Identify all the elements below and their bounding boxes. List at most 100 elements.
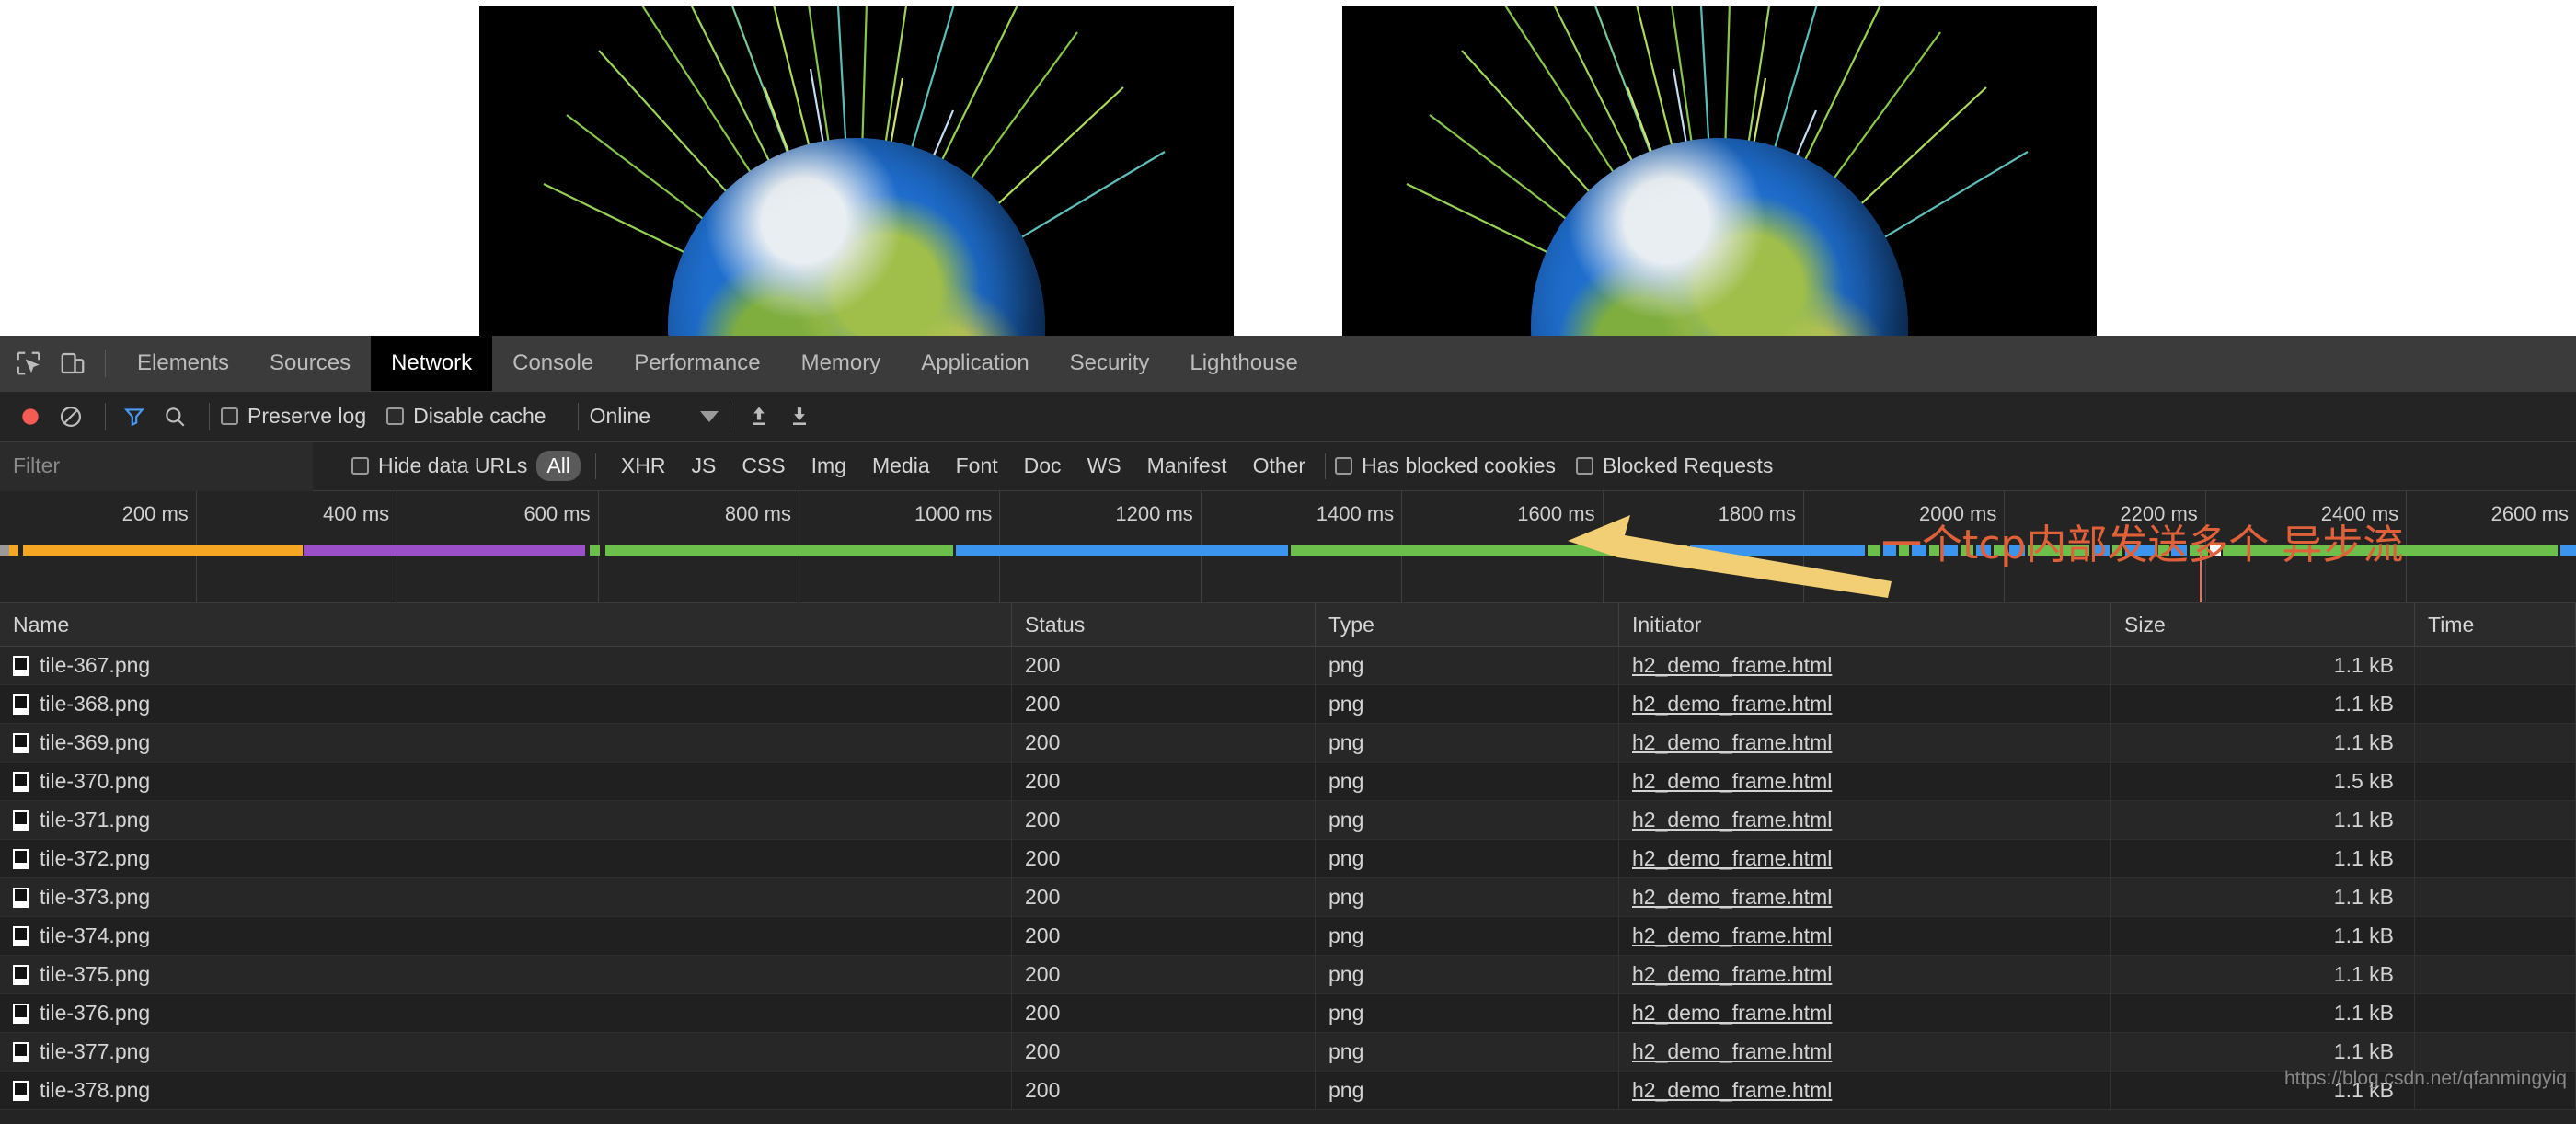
tab-network[interactable]: Network [371, 336, 492, 391]
initiator-link[interactable]: h2_demo_frame.html [1632, 653, 1832, 678]
cell-name[interactable]: tile-370.png [0, 763, 1012, 801]
initiator-link[interactable]: h2_demo_frame.html [1632, 962, 1832, 987]
has-blocked-cookies-checkbox[interactable]: Has blocked cookies [1335, 453, 1556, 478]
devtools-tabs: ElementsSourcesNetworkConsolePerformance… [117, 336, 1318, 391]
throttling-dropdown[interactable]: Online [590, 404, 719, 429]
record-stop-icon[interactable] [13, 399, 48, 434]
clear-icon[interactable] [53, 399, 88, 434]
preserve-log-checkbox[interactable]: Preserve log [221, 404, 366, 429]
tab-console[interactable]: Console [492, 336, 614, 391]
column-header-status[interactable]: Status [1012, 603, 1316, 647]
filter-type-css[interactable]: CSS [731, 451, 795, 481]
filter-type-xhr[interactable]: XHR [611, 451, 676, 481]
table-row[interactable]: tile-371.png200pngh2_demo_frame.html1.1 … [0, 801, 2576, 840]
hide-data-urls-box[interactable] [351, 457, 369, 475]
cell-name[interactable]: tile-374.png [0, 917, 1012, 956]
filter-input[interactable] [0, 442, 313, 491]
cell-name[interactable]: tile-368.png [0, 685, 1012, 724]
initiator-link[interactable]: h2_demo_frame.html [1632, 846, 1832, 871]
devtools-panel: ElementsSourcesNetworkConsolePerformance… [0, 336, 2576, 1124]
initiator-link[interactable]: h2_demo_frame.html [1632, 1039, 1832, 1064]
preserve-log-box[interactable] [221, 407, 238, 425]
column-header-initiator[interactable]: Initiator [1619, 603, 2111, 647]
cell-name[interactable]: tile-371.png [0, 801, 1012, 840]
column-header-size[interactable]: Size [2111, 603, 2415, 647]
filter-funnel-icon[interactable] [117, 399, 152, 434]
tab-elements[interactable]: Elements [117, 336, 249, 391]
disable-cache-checkbox[interactable]: Disable cache [386, 404, 546, 429]
device-toolbar-icon[interactable] [57, 348, 88, 379]
column-header-name[interactable]: Name [0, 603, 1012, 647]
tab-lighthouse[interactable]: Lighthouse [1169, 336, 1317, 391]
cell-name[interactable]: tile-373.png [0, 878, 1012, 917]
column-header-time[interactable]: Time [2415, 603, 2576, 647]
table-row[interactable]: tile-374.png200pngh2_demo_frame.html1.1 … [0, 917, 2576, 956]
tab-memory[interactable]: Memory [781, 336, 902, 391]
timeline-band [304, 545, 584, 556]
image-file-icon [13, 810, 29, 831]
blocked-requests-box[interactable] [1576, 457, 1593, 475]
disable-cache-label: Disable cache [413, 404, 546, 429]
filter-type-manifest[interactable]: Manifest [1137, 451, 1237, 481]
search-icon[interactable] [157, 399, 192, 434]
hide-data-urls-checkbox[interactable]: Hide data URLs [351, 453, 527, 478]
initiator-link[interactable]: h2_demo_frame.html [1632, 1078, 1832, 1103]
import-har-icon[interactable] [742, 399, 776, 434]
filter-type-other[interactable]: Other [1243, 451, 1317, 481]
tab-sources[interactable]: Sources [249, 336, 371, 391]
initiator-link[interactable]: h2_demo_frame.html [1632, 923, 1832, 948]
filter-type-media[interactable]: Media [862, 451, 940, 481]
filter-type-js[interactable]: JS [681, 451, 726, 481]
annotation-arrow-icon [1564, 510, 1895, 602]
table-row[interactable]: tile-368.png200pngh2_demo_frame.html1.1 … [0, 685, 2576, 724]
initiator-link[interactable]: h2_demo_frame.html [1632, 1001, 1832, 1026]
cell-name[interactable]: tile-376.png [0, 994, 1012, 1033]
initiator-link[interactable]: h2_demo_frame.html [1632, 692, 1832, 717]
cell-status: 200 [1012, 956, 1316, 994]
cell-type: png [1316, 878, 1619, 917]
cell-name[interactable]: tile-377.png [0, 1033, 1012, 1072]
table-row[interactable]: tile-370.png200pngh2_demo_frame.html1.5 … [0, 763, 2576, 801]
cell-name[interactable]: tile-367.png [0, 647, 1012, 685]
network-request-table: NameStatusTypeInitiatorSizeTime tile-367… [0, 603, 2576, 1110]
has-blocked-cookies-box[interactable] [1335, 457, 1352, 475]
table-row[interactable]: tile-377.png200pngh2_demo_frame.html1.1 … [0, 1033, 2576, 1072]
table-row[interactable]: tile-367.png200pngh2_demo_frame.html1.1 … [0, 647, 2576, 685]
tab-application[interactable]: Application [901, 336, 1049, 391]
cell-name[interactable]: tile-378.png [0, 1072, 1012, 1110]
cell-name[interactable]: tile-375.png [0, 956, 1012, 994]
blocked-requests-checkbox[interactable]: Blocked Requests [1576, 453, 1773, 478]
network-overview-timeline[interactable]: 200 ms400 ms600 ms800 ms1000 ms1200 ms14… [0, 491, 2576, 603]
initiator-link[interactable]: h2_demo_frame.html [1632, 730, 1832, 755]
disable-cache-box[interactable] [386, 407, 404, 425]
filter-type-doc[interactable]: Doc [1014, 451, 1072, 481]
cell-name[interactable]: tile-372.png [0, 840, 1012, 878]
inspect-element-icon[interactable] [13, 348, 44, 379]
tab-performance[interactable]: Performance [614, 336, 780, 391]
table-row[interactable]: tile-372.png200pngh2_demo_frame.html1.1 … [0, 840, 2576, 878]
initiator-link[interactable]: h2_demo_frame.html [1632, 885, 1832, 910]
filter-type-ws[interactable]: WS [1077, 451, 1132, 481]
filter-type-img[interactable]: Img [801, 451, 857, 481]
tab-security[interactable]: Security [1050, 336, 1170, 391]
table-row[interactable]: tile-369.png200pngh2_demo_frame.html1.1 … [0, 724, 2576, 763]
cell-size: 1.1 kB [2111, 801, 2415, 840]
cell-initiator: h2_demo_frame.html [1619, 956, 2111, 994]
cell-name[interactable]: tile-369.png [0, 724, 1012, 763]
filter-type-all[interactable]: All [536, 451, 581, 481]
table-row[interactable]: tile-375.png200pngh2_demo_frame.html1.1 … [0, 956, 2576, 994]
cell-size: 1.1 kB [2111, 878, 2415, 917]
table-row[interactable]: tile-376.png200pngh2_demo_frame.html1.1 … [0, 994, 2576, 1033]
filter-type-font[interactable]: Font [946, 451, 1008, 481]
hide-data-urls-label: Hide data URLs [378, 453, 527, 478]
table-row[interactable]: tile-378.png200pngh2_demo_frame.html1.1 … [0, 1072, 2576, 1110]
table-row[interactable]: tile-373.png200pngh2_demo_frame.html1.1 … [0, 878, 2576, 917]
timeline-band [23, 545, 293, 556]
chevron-down-icon[interactable] [700, 411, 719, 422]
column-header-type[interactable]: Type [1316, 603, 1619, 647]
image-file-icon [13, 888, 29, 908]
cell-initiator: h2_demo_frame.html [1619, 840, 2111, 878]
export-har-icon[interactable] [782, 399, 817, 434]
initiator-link[interactable]: h2_demo_frame.html [1632, 808, 1832, 832]
initiator-link[interactable]: h2_demo_frame.html [1632, 769, 1832, 794]
